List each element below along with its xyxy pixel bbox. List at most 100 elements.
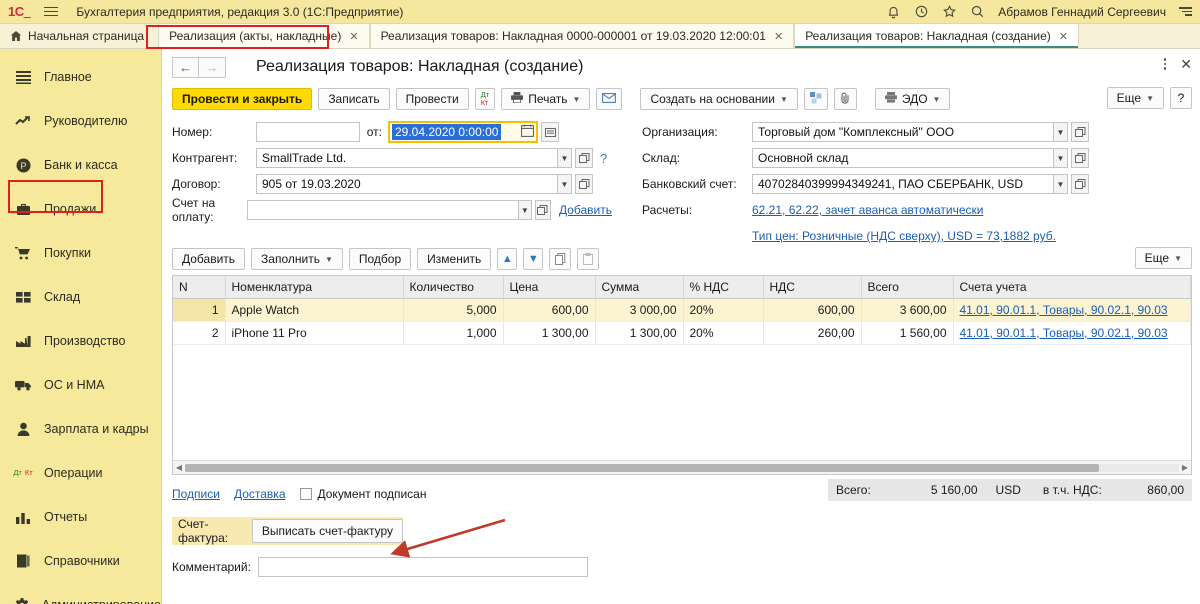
cell-price[interactable]: 1 300,00 bbox=[503, 321, 596, 345]
edo-button[interactable]: ЭДО ▼ bbox=[874, 88, 951, 110]
help-button[interactable]: ? bbox=[1170, 87, 1192, 109]
cell-total[interactable]: 3 600,00 bbox=[861, 298, 954, 322]
arrow-down-icon[interactable]: ▼ bbox=[523, 248, 544, 270]
cell-nomenclature[interactable]: Apple Watch bbox=[225, 298, 404, 322]
sidebar-item-glavnoe[interactable]: Главное bbox=[0, 55, 161, 99]
sidebar-item-operatsii[interactable]: Дт Кт Операции bbox=[0, 451, 161, 495]
cell-amount[interactable]: 1 300,00 bbox=[595, 321, 684, 345]
contract-select-button[interactable] bbox=[575, 174, 593, 194]
create-based-on-button[interactable]: Создать на основании ▼ bbox=[640, 88, 798, 110]
close-icon[interactable]: ✕ bbox=[1180, 57, 1192, 71]
delivery-link[interactable]: Доставка bbox=[234, 487, 286, 501]
scroll-left-icon[interactable]: ◀ bbox=[173, 463, 185, 472]
table-row[interactable]: 2 iPhone 11 Pro 1,000 1 300,00 1 300,00 … bbox=[173, 321, 1191, 345]
scrollbar-track[interactable] bbox=[185, 463, 1179, 472]
pick-button[interactable]: Подбор bbox=[348, 248, 412, 270]
table-more-button[interactable]: Еще ▼ bbox=[1134, 247, 1192, 269]
app-menu-icon[interactable] bbox=[1179, 7, 1192, 16]
accounts-link[interactable]: 41.01, 90.01.1, Товары, 90.02.1, 90.03 bbox=[960, 326, 1168, 340]
warehouse-dropdown-icon[interactable]: ▼ bbox=[1054, 148, 1068, 168]
counterparty-input[interactable]: SmallTrade Ltd. bbox=[256, 148, 558, 168]
main-menu-icon[interactable] bbox=[44, 6, 59, 17]
search-icon[interactable] bbox=[970, 4, 985, 19]
paste-icon[interactable] bbox=[577, 248, 600, 270]
column-header-accounts[interactable]: Счета учета bbox=[953, 276, 1191, 299]
back-button[interactable]: ← bbox=[172, 56, 199, 78]
cell-nomenclature[interactable]: iPhone 11 Pro bbox=[225, 321, 404, 345]
send-email-button[interactable] bbox=[596, 88, 623, 110]
close-icon[interactable]: ✕ bbox=[347, 30, 358, 43]
sidebar-item-spravochniki[interactable]: Справочники bbox=[0, 539, 161, 583]
tab-home[interactable]: Начальная страница bbox=[0, 24, 155, 48]
date-field[interactable]: 29.04.2020 0:00:00 bbox=[388, 121, 538, 143]
change-button[interactable]: Изменить bbox=[417, 248, 492, 270]
document-signed-checkbox[interactable]: Документ подписан bbox=[299, 487, 426, 501]
sidebar-item-rukovoditelyu[interactable]: Руководителю bbox=[0, 99, 161, 143]
contract-input[interactable]: 905 от 19.03.2020 bbox=[256, 174, 558, 194]
bank-account-dropdown-icon[interactable]: ▼ bbox=[1054, 174, 1068, 194]
column-header-quantity[interactable]: Количество bbox=[403, 276, 504, 299]
column-header-price[interactable]: Цена bbox=[503, 276, 596, 299]
cell-vat[interactable]: 600,00 bbox=[763, 298, 862, 322]
counterparty-help-icon[interactable]: ? bbox=[600, 151, 607, 166]
table-horizontal-scrollbar[interactable]: ◀ ▶ bbox=[173, 460, 1191, 474]
more-button[interactable]: Еще ▼ bbox=[1106, 87, 1164, 109]
accounts-link[interactable]: 41.01, 90.01.1, Товары, 90.02.1, 90.03 bbox=[960, 303, 1168, 317]
sidebar-item-pokupki[interactable]: Покупки bbox=[0, 231, 161, 275]
table-row[interactable]: 1 Apple Watch 5,000 600,00 3 000,00 20% … bbox=[173, 298, 1191, 322]
star-icon[interactable] bbox=[942, 4, 957, 19]
organization-dropdown-icon[interactable]: ▼ bbox=[1054, 122, 1068, 142]
signatures-link[interactable]: Подписи bbox=[172, 487, 220, 501]
attach-file-button[interactable] bbox=[833, 88, 857, 110]
cell-price[interactable]: 600,00 bbox=[503, 298, 596, 322]
bell-icon[interactable] bbox=[886, 4, 901, 19]
column-header-vat-rate[interactable]: % НДС bbox=[683, 276, 764, 299]
scrollbar-thumb[interactable] bbox=[185, 463, 1100, 472]
issue-invoice-button[interactable]: Выписать счет-фактуру bbox=[251, 519, 403, 543]
settlements-link[interactable]: 62.21, 62.22, зачет аванса автоматически bbox=[752, 203, 983, 217]
counterparty-select-button[interactable] bbox=[575, 148, 593, 168]
onec-logo[interactable]: 1C _ bbox=[8, 4, 31, 19]
sidebar-item-prodazhi[interactable]: Продажи bbox=[0, 187, 161, 231]
close-icon[interactable]: ✕ bbox=[772, 30, 783, 43]
kebab-menu-icon[interactable] bbox=[1163, 58, 1167, 70]
cell-vat-rate[interactable]: 20% bbox=[683, 321, 764, 345]
comment-input[interactable] bbox=[258, 557, 588, 577]
calendar-icon[interactable] bbox=[521, 124, 534, 140]
sidebar-item-bank-i-kassa[interactable]: P Банк и касса bbox=[0, 143, 161, 187]
history-icon[interactable] bbox=[914, 4, 929, 19]
post-button[interactable]: Провести bbox=[395, 88, 469, 110]
close-icon[interactable]: ✕ bbox=[1057, 30, 1068, 43]
post-and-close-button[interactable]: Провести и закрыть bbox=[172, 88, 313, 110]
payment-invoice-input[interactable] bbox=[247, 200, 519, 220]
scroll-right-icon[interactable]: ▶ bbox=[1179, 463, 1191, 472]
sidebar-item-administrirovanie[interactable]: Администрирование bbox=[0, 583, 161, 604]
tab-realizations-list[interactable]: Реализация (акты, накладные) ✕ bbox=[158, 24, 370, 48]
column-header-amount[interactable]: Сумма bbox=[595, 276, 684, 299]
cell-n[interactable]: 2 bbox=[173, 321, 226, 345]
sidebar-item-otchety[interactable]: Отчеты bbox=[0, 495, 161, 539]
tab-invoice-create[interactable]: Реализация товаров: Накладная (создание)… bbox=[794, 24, 1079, 48]
cell-quantity[interactable]: 5,000 bbox=[403, 298, 504, 322]
cell-vat-rate[interactable]: 20% bbox=[683, 298, 764, 322]
organization-input[interactable]: Торговый дом "Комплексный" ООО bbox=[752, 122, 1054, 142]
add-row-button[interactable]: Добавить bbox=[172, 248, 246, 270]
column-header-vat[interactable]: НДС bbox=[763, 276, 862, 299]
bank-account-select-button[interactable] bbox=[1071, 174, 1089, 194]
warehouse-select-button[interactable] bbox=[1071, 148, 1089, 168]
bank-account-input[interactable]: 40702840399994349241, ПАО СБЕРБАНК, USD bbox=[752, 174, 1054, 194]
payment-invoice-select-button[interactable] bbox=[534, 200, 551, 220]
cell-total[interactable]: 1 560,00 bbox=[861, 321, 954, 345]
add-link[interactable]: Добавить bbox=[559, 203, 612, 217]
write-button[interactable]: Записать bbox=[318, 88, 390, 110]
report-button[interactable] bbox=[803, 88, 828, 110]
dtkt-report-button[interactable]: Дт Кт bbox=[474, 88, 496, 110]
column-header-total[interactable]: Всего bbox=[861, 276, 954, 299]
tab-invoice-0000-000001[interactable]: Реализация товаров: Накладная 0000-00000… bbox=[369, 24, 795, 48]
cell-amount[interactable]: 3 000,00 bbox=[595, 298, 684, 322]
cell-accounts[interactable]: 41.01, 90.01.1, Товары, 90.02.1, 90.03 bbox=[953, 321, 1191, 345]
cell-accounts[interactable]: 41.01, 90.01.1, Товары, 90.02.1, 90.03 bbox=[953, 298, 1191, 322]
sidebar-item-os-i-nma[interactable]: ОС и НМА bbox=[0, 363, 161, 407]
warehouse-input[interactable]: Основной склад bbox=[752, 148, 1054, 168]
contract-dropdown-icon[interactable]: ▼ bbox=[558, 174, 572, 194]
